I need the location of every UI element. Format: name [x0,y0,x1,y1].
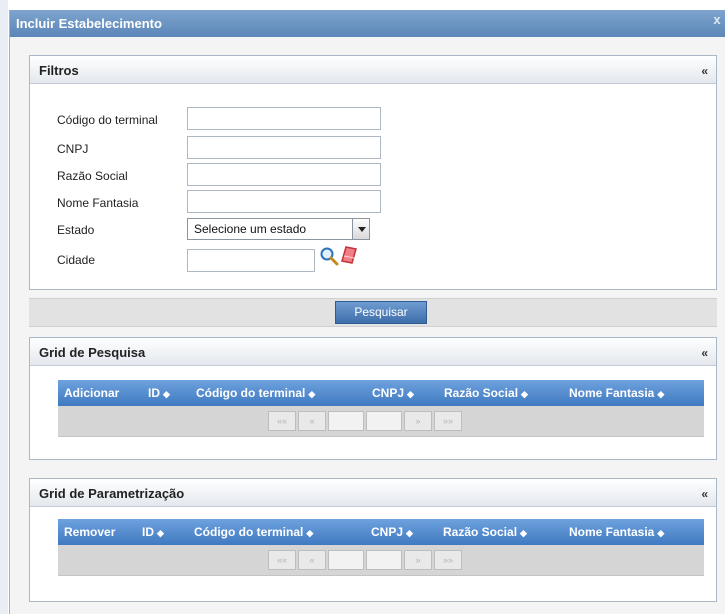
column-header-terminal-code[interactable]: Código do terminal ◆ [194,525,313,539]
search-grid-header: Adicionar ID ◆ Código do terminal ◆ CNPJ ◆ … [58,380,704,406]
close-icon[interactable]: x [710,13,724,27]
search-grid-panel: Grid de Pesquisa « Adicionar ID ◆ Código … [29,337,717,460]
column-header-terminal-code[interactable]: Código do terminal ◆ [196,386,315,400]
first-page-button[interactable]: «« [268,411,296,431]
search-grid-panel-header[interactable]: Grid de Pesquisa « [30,338,716,366]
sort-icon: ◆ [657,389,665,399]
sort-icon: ◆ [657,528,665,538]
chevron-down-icon[interactable] [352,218,370,240]
next-page-button[interactable]: » [404,550,432,570]
state-label: Estado [57,223,95,237]
page-count [366,550,402,570]
search-grid-title: Grid de Pesquisa [39,345,146,360]
pager: «« « » »» [268,411,464,431]
cnpj-input[interactable] [187,136,381,159]
column-header-cnpj[interactable]: CNPJ ◆ [372,386,414,400]
column-header-remove[interactable]: Remover [64,525,115,539]
search-grid-pager-bar: «« « » »» [58,406,704,437]
page-number-input[interactable] [328,411,364,431]
dialog-title-bar: Incluir Estabelecimento x [10,10,725,37]
sort-icon: ◆ [157,528,164,538]
city-input[interactable] [187,249,315,272]
sort-icon: ◆ [521,389,528,399]
pager: «« « » »» [268,550,464,570]
column-header-add[interactable]: Adicionar [64,386,119,400]
collapse-icon[interactable]: « [701,346,708,360]
magnifier-icon[interactable] [319,246,339,266]
terminal-code-input[interactable] [187,107,381,130]
column-header-razao-social[interactable]: Razão Social ◆ [443,525,527,539]
filters-panel-header[interactable]: Filtros « [30,56,716,84]
collapse-icon[interactable]: « [701,487,708,501]
include-establishment-dialog: Incluir Estabelecimento x Filtros « Códi… [9,10,725,614]
parametrization-grid-panel: Grid de Parametrização « Remover ID ◆ Cód… [29,478,717,602]
dialog-title: Incluir Estabelecimento [16,16,162,31]
parametrization-grid-pager-bar: «« « » »» [58,545,704,576]
state-select-value: Selecione um estado [194,222,307,236]
column-header-id[interactable]: ID ◆ [142,525,164,539]
last-page-button[interactable]: »» [434,550,462,570]
prev-page-button[interactable]: « [298,550,326,570]
eraser-icon[interactable] [340,245,358,265]
last-page-button[interactable]: »» [434,411,462,431]
filters-panel: Filtros « Código do terminal CNPJ Razão … [29,55,717,290]
parametrization-grid-title: Grid de Parametrização [39,486,185,501]
city-label: Cidade [57,253,96,267]
sort-icon: ◆ [308,389,316,399]
column-header-razao-social[interactable]: Razão Social ◆ [444,386,528,400]
sort-icon: ◆ [406,528,413,538]
sort-icon: ◆ [407,389,414,399]
sort-icon: ◆ [520,528,527,538]
parametrization-grid-panel-header[interactable]: Grid de Parametrização « [30,479,716,507]
column-header-nome-fantasia[interactable]: Nome Fantasia ◆ [569,386,664,400]
first-page-button[interactable]: «« [268,550,296,570]
background-page-edge [0,0,8,614]
column-header-cnpj[interactable]: CNPJ ◆ [371,525,413,539]
filters-title: Filtros [39,63,79,78]
column-header-nome-fantasia[interactable]: Nome Fantasia ◆ [569,525,664,539]
search-bar: Pesquisar [29,298,717,327]
prev-page-button[interactable]: « [298,411,326,431]
terminal-code-label: Código do terminal [57,113,158,127]
page-count [366,411,402,431]
page-number-input[interactable] [328,550,364,570]
column-header-id[interactable]: ID ◆ [148,386,170,400]
next-page-button[interactable]: » [404,411,432,431]
razao-social-input[interactable] [187,163,381,186]
razao-social-label: Razão Social [57,169,128,183]
sort-icon: ◆ [306,528,314,538]
cnpj-label: CNPJ [57,142,89,156]
nome-fantasia-input[interactable] [187,190,381,213]
nome-fantasia-label: Nome Fantasia [57,196,139,210]
state-select[interactable]: Selecione um estado [187,218,370,240]
search-button[interactable]: Pesquisar [335,301,427,324]
collapse-icon[interactable]: « [701,64,708,78]
sort-icon: ◆ [163,389,170,399]
parametrization-grid-header: Remover ID ◆ Código do terminal ◆ CNPJ ◆ Ra… [58,519,704,545]
